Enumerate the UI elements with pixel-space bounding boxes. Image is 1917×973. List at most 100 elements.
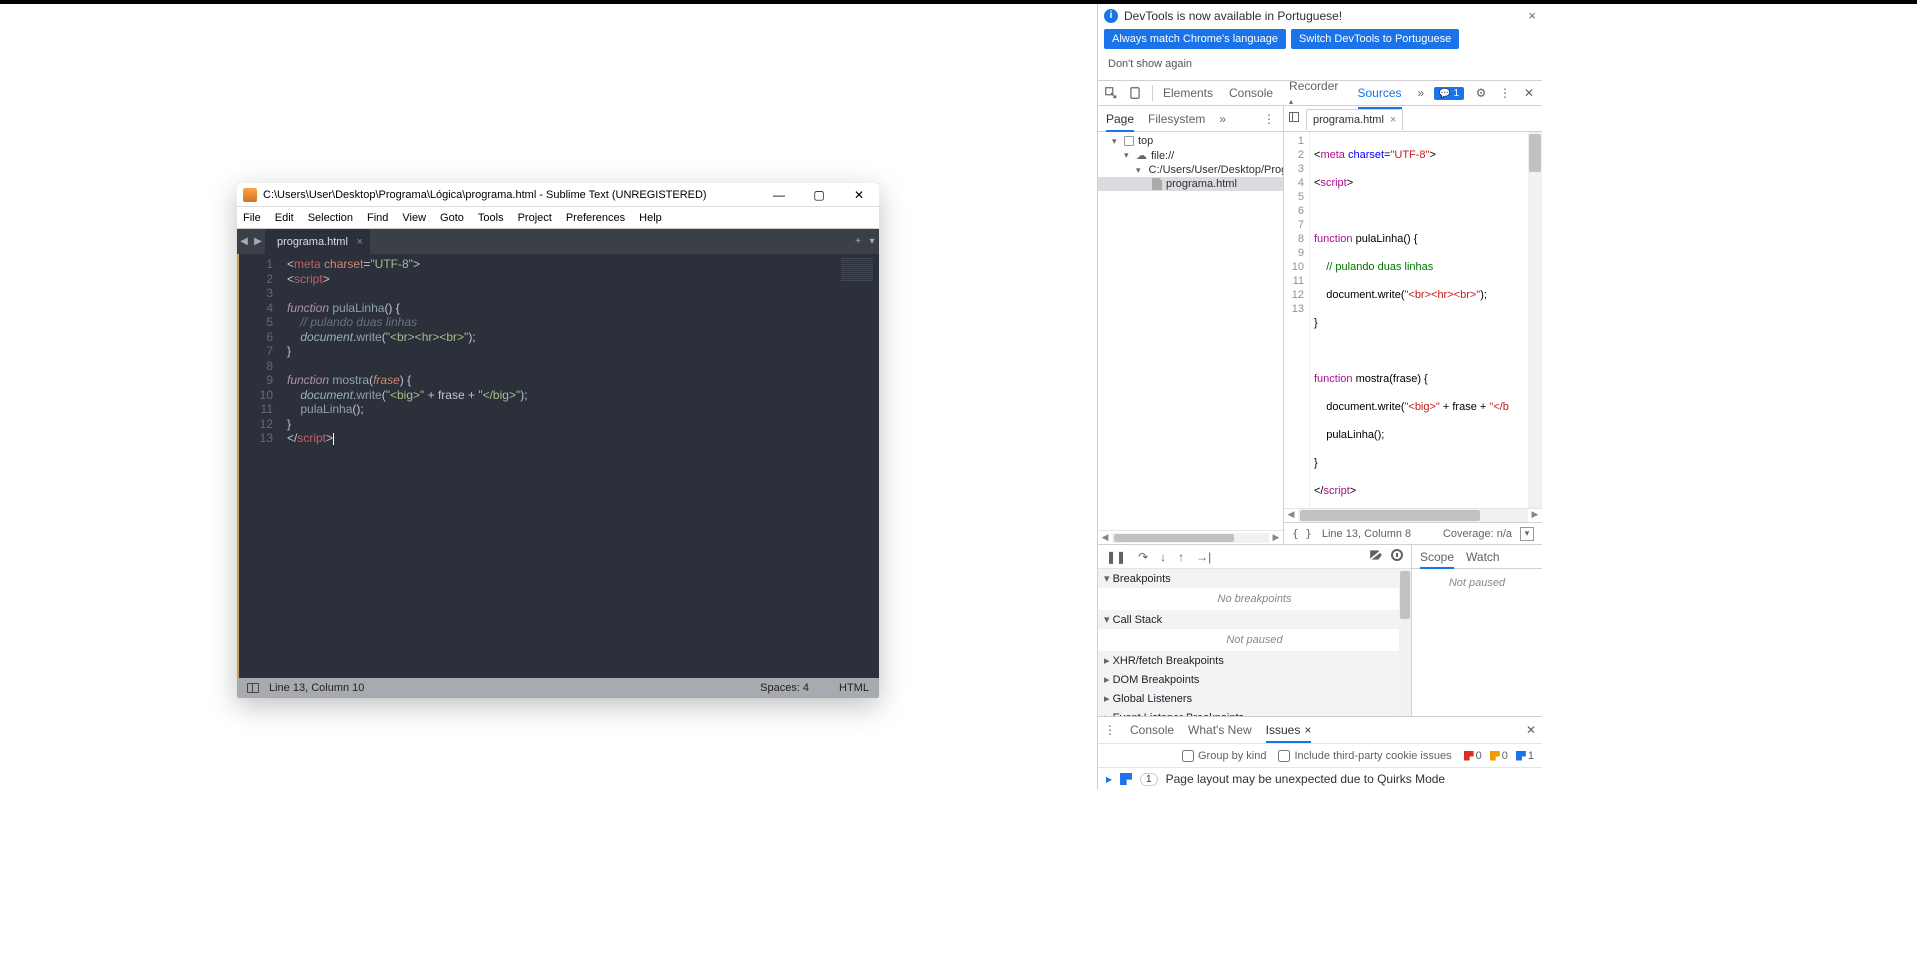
nav-tabs-more-icon[interactable]: »	[1219, 107, 1226, 131]
settings-icon[interactable]: ⚙	[1474, 86, 1488, 100]
nav-tab-filesystem[interactable]: Filesystem	[1148, 107, 1205, 131]
deactivate-breakpoints-icon[interactable]	[1369, 549, 1383, 564]
menu-file[interactable]: File	[243, 212, 261, 224]
pause-exceptions-icon[interactable]	[1391, 549, 1403, 564]
navigator-h-scrollbar[interactable]: ◀ ▶	[1098, 530, 1283, 544]
menu-find[interactable]: Find	[367, 212, 388, 224]
drawer-tab-console[interactable]: Console	[1130, 718, 1174, 742]
nav-more-icon[interactable]: ⋮	[1263, 112, 1275, 126]
scrollbar-thumb[interactable]	[1300, 510, 1480, 521]
open-file-tab[interactable]: programa.html×	[1306, 109, 1403, 130]
tree-file-programa[interactable]: programa.html	[1098, 177, 1283, 191]
section-global-listeners[interactable]: Global Listeners	[1098, 689, 1411, 708]
always-match-button[interactable]: Always match Chrome's language	[1104, 29, 1286, 49]
sublime-titlebar[interactable]: C:\Users\User\Desktop\Programa\Lógica\pr…	[237, 183, 879, 207]
menu-tools[interactable]: Tools	[478, 212, 504, 224]
source-code[interactable]: <meta charset="UTF-8"> <script> function…	[1310, 132, 1542, 508]
navigator-tabs: Page Filesystem » ⋮	[1098, 106, 1283, 132]
file-tab[interactable]: programa.html ×	[265, 229, 370, 254]
group-by-kind-checkbox[interactable]: Group by kind	[1182, 750, 1266, 762]
issues-info-count[interactable]: 1	[1516, 750, 1534, 762]
menu-preferences[interactable]: Preferences	[566, 212, 625, 224]
tab-nav-fwd-icon[interactable]: ▶	[251, 236, 265, 247]
issue-row[interactable]: ▸ 1 Page layout may be unexpected due to…	[1098, 767, 1542, 790]
dont-show-again-button[interactable]: Don't show again	[1104, 54, 1196, 74]
file-tab-close-icon[interactable]: ×	[356, 236, 362, 248]
menu-project[interactable]: Project	[518, 212, 552, 224]
section-dom-breakpoints[interactable]: DOM Breakpoints	[1098, 670, 1411, 689]
menu-goto[interactable]: Goto	[440, 212, 464, 224]
source-h-scrollbar[interactable]: ◀ ▶	[1284, 508, 1542, 522]
sidebar-toggle-icon[interactable]	[247, 683, 259, 693]
expand-icon[interactable]: ▸	[1106, 772, 1112, 786]
tab-scope[interactable]: Scope	[1420, 546, 1454, 568]
status-spaces[interactable]: Spaces: 4	[760, 682, 809, 694]
tab-console[interactable]: Console	[1229, 82, 1273, 104]
devtools-close-icon[interactable]: ✕	[1522, 86, 1536, 100]
tab-sources[interactable]: Sources	[1358, 82, 1402, 104]
tab-menu-icon[interactable]: ▾	[865, 236, 879, 247]
inspect-element-icon[interactable]	[1104, 86, 1118, 100]
tab-nav-back-icon[interactable]: ◀	[237, 236, 251, 247]
scroll-right-icon[interactable]: ▶	[1269, 532, 1283, 543]
show-details-icon[interactable]: ▾	[1520, 527, 1534, 541]
scroll-right-icon[interactable]: ▶	[1528, 509, 1542, 522]
step-out-icon[interactable]: ↑	[1178, 550, 1184, 564]
tabs-more-icon[interactable]: »	[1418, 82, 1425, 104]
switch-language-button[interactable]: Switch DevTools to Portuguese	[1291, 29, 1459, 49]
drawer-tab-whats-new[interactable]: What's New	[1188, 718, 1252, 742]
tab-recorder[interactable]: Recorder ▴	[1289, 75, 1341, 111]
pause-icon[interactable]: ❚❚	[1106, 550, 1126, 564]
code-area[interactable]: <meta charset="UTF-8"> <script> function…	[283, 254, 879, 678]
coverage-status[interactable]: Coverage: n/a	[1443, 528, 1512, 540]
menu-selection[interactable]: Selection	[308, 212, 353, 224]
drawer-tab-issues[interactable]: Issues×	[1266, 718, 1312, 742]
new-tab-button[interactable]: +	[851, 236, 865, 247]
scrollbar-thumb[interactable]	[1114, 534, 1234, 542]
issues-errors-count[interactable]: 0	[1464, 750, 1482, 762]
messages-badge[interactable]: 1	[1434, 87, 1464, 100]
minimize-button[interactable]: —	[759, 188, 799, 202]
scroll-left-icon[interactable]: ◀	[1098, 532, 1112, 543]
include-third-party-checkbox[interactable]: Include third-party cookie issues	[1278, 750, 1451, 762]
tree-frame-top[interactable]: ▾top	[1098, 134, 1283, 148]
source-v-scrollbar[interactable]	[1528, 132, 1542, 508]
tab-elements[interactable]: Elements	[1163, 82, 1213, 104]
sections-v-scrollbar[interactable]	[1399, 569, 1411, 716]
scrollbar-thumb[interactable]	[1400, 571, 1410, 619]
drawer-menu-icon[interactable]: ⋮	[1104, 723, 1116, 737]
section-call-stack[interactable]: Call Stack	[1098, 610, 1411, 629]
close-file-tab-icon[interactable]: ×	[1390, 114, 1396, 126]
nav-tab-page[interactable]: Page	[1106, 107, 1134, 131]
tree-folder[interactable]: ▾C:/Users/User/Desktop/Progra...	[1098, 163, 1283, 177]
section-event-listener-breakpoints[interactable]: Event Listener Breakpoints	[1098, 708, 1411, 716]
issues-warnings-count[interactable]: 0	[1490, 750, 1508, 762]
show-navigator-icon[interactable]	[1288, 111, 1300, 126]
status-language[interactable]: HTML	[839, 682, 869, 694]
menu-view[interactable]: View	[402, 212, 426, 224]
banner-close-icon[interactable]: ×	[1528, 8, 1536, 23]
scroll-left-icon[interactable]: ◀	[1284, 509, 1298, 522]
step-over-icon[interactable]: ↷	[1138, 550, 1148, 564]
drawer-close-icon[interactable]: ✕	[1526, 723, 1536, 737]
devtools-panel: i DevTools is now available in Portugues…	[1097, 4, 1542, 790]
maximize-button[interactable]: ▢	[799, 188, 839, 202]
more-menu-icon[interactable]: ⋮	[1498, 86, 1512, 100]
menu-help[interactable]: Help	[639, 212, 662, 224]
scrollbar-thumb[interactable]	[1529, 134, 1541, 172]
menu-edit[interactable]: Edit	[275, 212, 294, 224]
step-into-icon[interactable]: ↓	[1160, 550, 1166, 564]
minimap[interactable]	[841, 258, 873, 282]
pretty-print-icon[interactable]: { }	[1292, 527, 1312, 540]
close-button[interactable]: ✕	[839, 188, 879, 202]
drawer-tab-close-icon[interactable]: ×	[1304, 723, 1311, 737]
device-toggle-icon[interactable]	[1128, 86, 1142, 100]
step-icon[interactable]: →|	[1196, 550, 1211, 564]
section-breakpoints[interactable]: Breakpoints	[1098, 569, 1411, 588]
sublime-editor[interactable]: 12345678910111213 <meta charset="UTF-8">…	[237, 254, 879, 678]
tree-origin-file[interactable]: ▾☁file://	[1098, 148, 1283, 163]
section-xhr-breakpoints[interactable]: XHR/fetch Breakpoints	[1098, 651, 1411, 670]
tab-watch[interactable]: Watch	[1466, 546, 1500, 568]
source-code-viewer[interactable]: 12345678910111213 <meta charset="UTF-8">…	[1284, 132, 1542, 508]
file-tree[interactable]: ▾top ▾☁file:// ▾C:/Users/User/Desktop/Pr…	[1098, 132, 1283, 530]
